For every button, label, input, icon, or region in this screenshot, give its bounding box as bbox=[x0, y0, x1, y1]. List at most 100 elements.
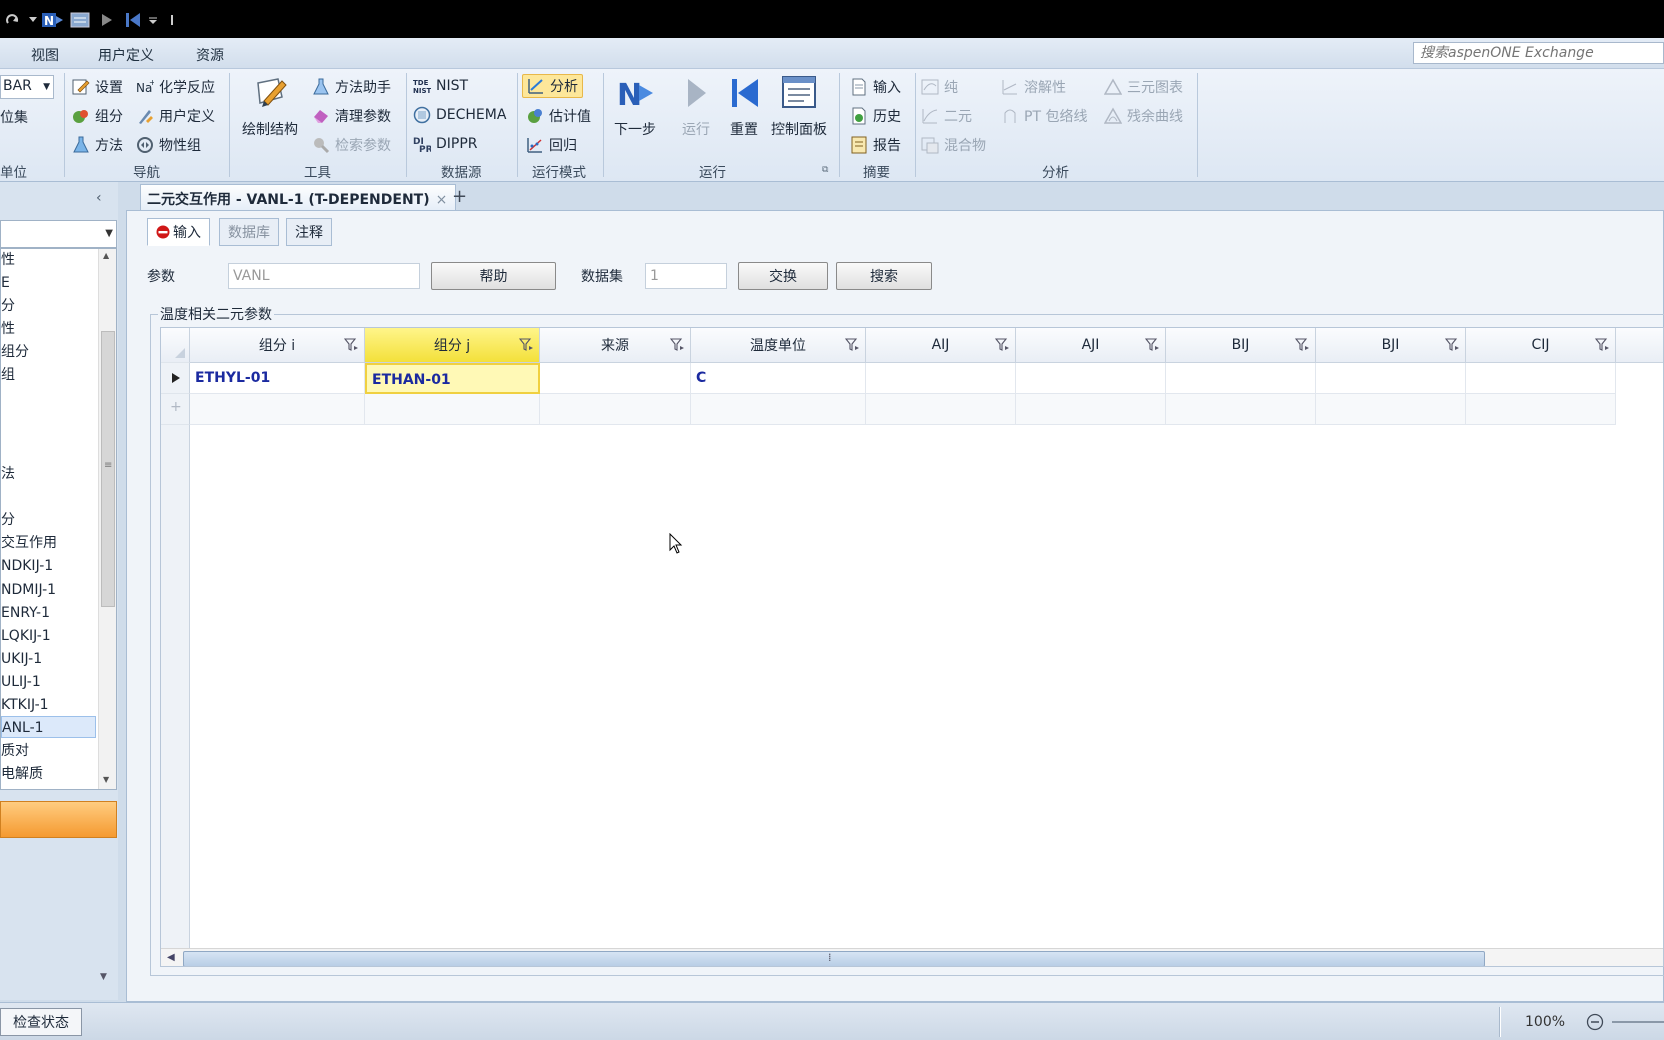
redo-icon[interactable] bbox=[4, 12, 22, 28]
tree-item[interactable]: 性 bbox=[1, 249, 15, 271]
new-row-cell[interactable] bbox=[1316, 394, 1466, 425]
navigation-filter-combo[interactable]: ▼ bbox=[0, 220, 117, 248]
history-button[interactable]: 历史 bbox=[850, 106, 901, 126]
column-header[interactable]: CIJ bbox=[1466, 328, 1616, 363]
filter-icon[interactable] bbox=[344, 338, 358, 352]
units-combo[interactable]: BAR ▼ bbox=[0, 75, 54, 99]
scroll-down-icon[interactable]: ▼ bbox=[103, 775, 109, 784]
filter-icon[interactable] bbox=[670, 338, 684, 352]
dropdown-arrow-icon[interactable] bbox=[28, 12, 38, 28]
tree-item[interactable]: ENRY-1 bbox=[1, 602, 50, 624]
solubility-button[interactable]: 溶解性 bbox=[1001, 77, 1066, 97]
grid-cell[interactable]: ETHYL-01 bbox=[190, 363, 365, 394]
residue-curves-button[interactable]: 残余曲线 bbox=[1104, 106, 1183, 126]
draw-structure-button[interactable]: 绘制结构 bbox=[242, 73, 298, 139]
swap-button[interactable]: 交换 bbox=[738, 262, 828, 290]
dechema-button[interactable]: DECHEMA bbox=[413, 106, 506, 124]
new-row-cell[interactable] bbox=[365, 394, 540, 425]
run-button[interactable]: 运行 bbox=[676, 73, 716, 139]
zoom-slider-track[interactable] bbox=[1612, 1021, 1664, 1023]
dialog-launcher-icon[interactable]: ⧉ bbox=[822, 165, 828, 175]
column-header[interactable]: 来源 bbox=[540, 328, 691, 363]
mixture-analysis-button[interactable]: 混合物 bbox=[921, 135, 986, 155]
column-header[interactable]: BJI bbox=[1316, 328, 1466, 363]
column-header[interactable]: AJI bbox=[1016, 328, 1166, 363]
ternary-diagram-button[interactable]: 三元图表 bbox=[1104, 77, 1183, 97]
menu-tab-customize[interactable]: 用户定义 bbox=[98, 45, 154, 65]
tree-item-selected[interactable]: ANL-1 bbox=[1, 716, 96, 738]
binary-parameters-grid[interactable]: 组分 i 组分 j 来源 温度单位 AIJ AJI BIJ BJI CIJ ET… bbox=[160, 327, 1664, 967]
grid-cell[interactable] bbox=[540, 363, 691, 394]
summary-input-button[interactable]: 输入 bbox=[850, 77, 901, 97]
retrieve-parameters-button[interactable]: 检索参数 bbox=[312, 135, 391, 155]
prop-sets-button[interactable]: 物性组 bbox=[136, 135, 201, 155]
grid-cell-selected[interactable]: ETHAN-01 bbox=[365, 363, 540, 394]
new-row-cell[interactable] bbox=[1166, 394, 1316, 425]
tree-item[interactable]: E bbox=[1, 272, 10, 294]
add-tab-icon[interactable]: + bbox=[452, 186, 467, 207]
tree-item[interactable]: NDKIJ-1 bbox=[1, 555, 53, 577]
tree-item[interactable]: KTKIJ-1 bbox=[1, 694, 49, 716]
help-button[interactable]: 帮助 bbox=[431, 262, 556, 290]
filter-icon[interactable] bbox=[845, 338, 859, 352]
components-button[interactable]: 组分 bbox=[72, 106, 123, 126]
column-header[interactable]: AIJ bbox=[866, 328, 1016, 363]
column-header[interactable]: 组分 i bbox=[190, 328, 365, 363]
new-row-cell[interactable] bbox=[190, 394, 365, 425]
pure-analysis-button[interactable]: 纯 bbox=[921, 77, 958, 97]
grid-cell[interactable] bbox=[1016, 363, 1166, 394]
report-button[interactable]: 报告 bbox=[850, 135, 901, 155]
column-header[interactable]: BIJ bbox=[1166, 328, 1316, 363]
filter-icon[interactable] bbox=[995, 338, 1009, 352]
tree-item[interactable]: 质对 bbox=[1, 740, 29, 762]
tab-input[interactable]: 输入 bbox=[147, 218, 210, 246]
units-set-link[interactable]: 位集 bbox=[0, 107, 28, 127]
next-step-button[interactable]: N 下一步 bbox=[614, 73, 656, 139]
tree-item[interactable]: 组分 bbox=[1, 341, 29, 363]
grid-horizontal-scrollbar[interactable]: ◀ ⁞ bbox=[161, 948, 1663, 966]
dippr-button[interactable]: DI PR DIPPR bbox=[413, 135, 478, 153]
grid-scrollbar-thumb[interactable]: ⁞ bbox=[183, 951, 1485, 966]
scroll-left-icon[interactable]: ◀ bbox=[167, 952, 175, 963]
reset-icon[interactable] bbox=[124, 12, 142, 28]
grid-cell[interactable] bbox=[1316, 363, 1466, 394]
new-row-cell[interactable] bbox=[866, 394, 1016, 425]
zoom-out-icon[interactable] bbox=[1586, 1013, 1604, 1031]
setup-button[interactable]: 设置 bbox=[72, 77, 123, 97]
filter-icon[interactable] bbox=[519, 338, 533, 352]
search-button[interactable]: 搜索 bbox=[836, 262, 932, 290]
tree-item[interactable]: 电解质 bbox=[1, 763, 43, 785]
filter-icon[interactable] bbox=[1595, 338, 1609, 352]
run-icon[interactable] bbox=[100, 12, 114, 28]
methods-button[interactable]: 方法 bbox=[72, 135, 123, 155]
navigation-tree[interactable]: 性 E 分 性 组分 组 法 分 交互作用 NDKIJ-1 NDMIJ-1 EN… bbox=[0, 248, 117, 790]
new-row-cell[interactable] bbox=[540, 394, 691, 425]
regression-mode-button[interactable]: 回归 bbox=[526, 135, 577, 155]
chemistry-button[interactable]: Na + 化学反应 bbox=[136, 77, 215, 97]
tree-item[interactable]: 分 bbox=[1, 509, 15, 531]
reset-button[interactable]: 重置 bbox=[724, 73, 764, 139]
tree-item[interactable]: LQKIJ-1 bbox=[1, 625, 51, 647]
customize-button[interactable]: 用户定义 bbox=[136, 106, 215, 126]
control-panel-icon[interactable] bbox=[70, 12, 90, 28]
new-row-cell[interactable] bbox=[1016, 394, 1166, 425]
analysis-mode-button[interactable]: 分析 bbox=[522, 74, 583, 98]
parameter-field[interactable] bbox=[228, 263, 420, 289]
filter-icon[interactable] bbox=[1295, 338, 1309, 352]
new-row-header[interactable]: + bbox=[161, 394, 190, 425]
control-panel-button[interactable]: 控制面板 bbox=[771, 73, 827, 139]
column-header[interactable]: 温度单位 bbox=[691, 328, 866, 363]
filter-icon[interactable] bbox=[1145, 338, 1159, 352]
binary-analysis-button[interactable]: 二元 bbox=[921, 106, 972, 126]
tree-item[interactable]: UKIJ-1 bbox=[1, 648, 42, 670]
filter-icon[interactable] bbox=[1445, 338, 1459, 352]
tree-item[interactable]: 分 bbox=[1, 295, 15, 317]
new-row-cell[interactable] bbox=[691, 394, 866, 425]
menu-tab-resources[interactable]: 资源 bbox=[196, 45, 224, 65]
close-tab-icon[interactable]: × bbox=[436, 192, 448, 208]
navigation-folder-bar[interactable] bbox=[0, 801, 117, 838]
row-header[interactable] bbox=[161, 363, 190, 394]
methods-assistant-button[interactable]: 方法助手 bbox=[312, 77, 391, 97]
grid-cell[interactable]: C bbox=[691, 363, 866, 394]
chevron-down-icon[interactable]: ▼ bbox=[100, 972, 107, 982]
